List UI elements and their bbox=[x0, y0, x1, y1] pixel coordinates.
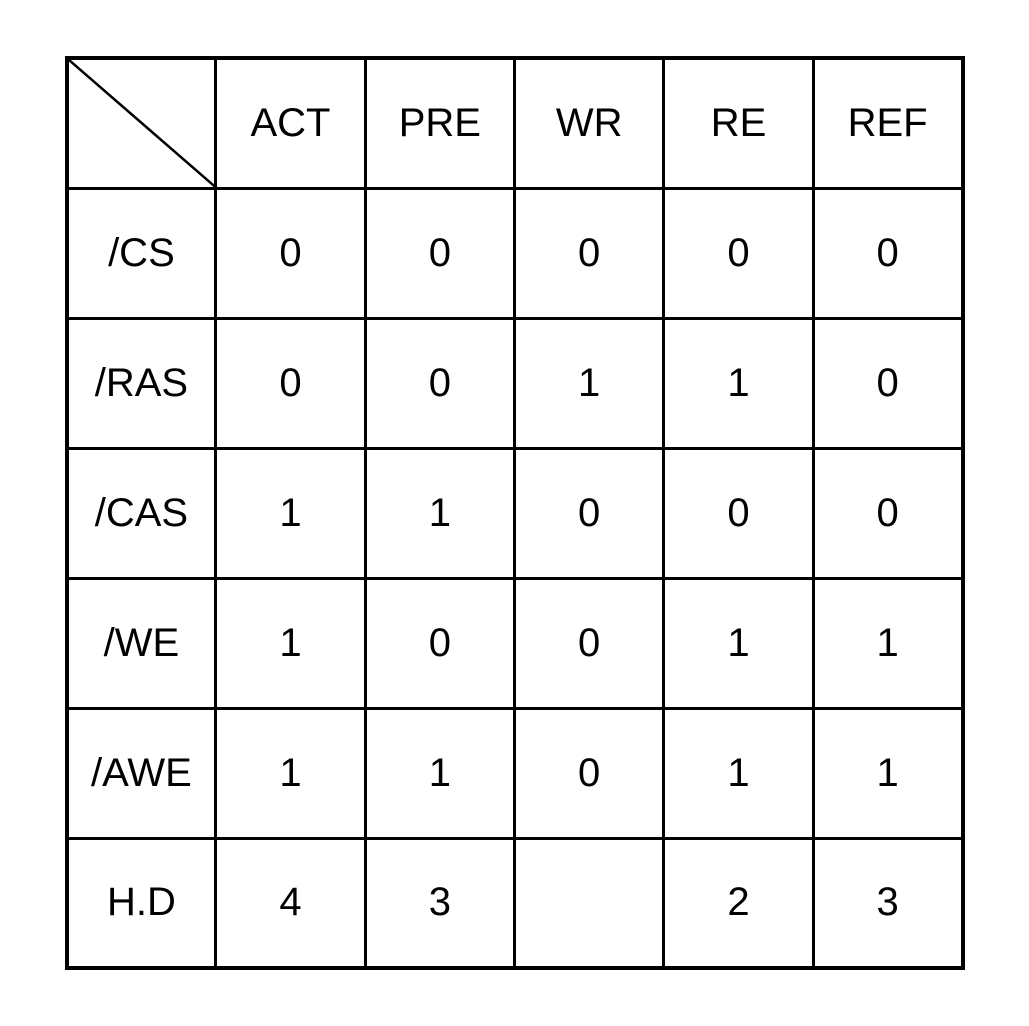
row-header: /CAS bbox=[67, 448, 216, 578]
table-row: /RAS 0 0 1 1 0 bbox=[67, 318, 963, 448]
row-header: /CS bbox=[67, 188, 216, 318]
table-row: /CAS 1 1 0 0 0 bbox=[67, 448, 963, 578]
col-header: RE bbox=[664, 58, 813, 188]
cell bbox=[514, 838, 663, 968]
signal-command-table: ACT PRE WR RE REF /CS 0 0 0 0 0 /RAS 0 0… bbox=[65, 56, 965, 970]
row-header: /AWE bbox=[67, 708, 216, 838]
table-row: /AWE 1 1 0 1 1 bbox=[67, 708, 963, 838]
cell: 0 bbox=[813, 448, 962, 578]
table-row: /WE 1 0 0 1 1 bbox=[67, 578, 963, 708]
cell: 1 bbox=[664, 578, 813, 708]
cell: 0 bbox=[514, 708, 663, 838]
cell: 2 bbox=[664, 838, 813, 968]
cell: 1 bbox=[216, 448, 365, 578]
cell: 0 bbox=[664, 188, 813, 318]
row-header: /RAS bbox=[67, 318, 216, 448]
col-header: ACT bbox=[216, 58, 365, 188]
cell: 1 bbox=[664, 708, 813, 838]
cell: 0 bbox=[514, 578, 663, 708]
cell: 0 bbox=[216, 188, 365, 318]
row-header: H.D bbox=[67, 838, 216, 968]
col-header: REF bbox=[813, 58, 962, 188]
table-row: /CS 0 0 0 0 0 bbox=[67, 188, 963, 318]
cell: 0 bbox=[365, 318, 514, 448]
cell: 1 bbox=[365, 448, 514, 578]
diagonal-slash-icon bbox=[69, 60, 215, 187]
cell: 0 bbox=[813, 318, 962, 448]
cell: 3 bbox=[365, 838, 514, 968]
table-header-row: ACT PRE WR RE REF bbox=[67, 58, 963, 188]
cell: 0 bbox=[664, 448, 813, 578]
cell: 4 bbox=[216, 838, 365, 968]
cell: 1 bbox=[216, 578, 365, 708]
cell: 1 bbox=[813, 708, 962, 838]
corner-cell bbox=[67, 58, 216, 188]
cell: 0 bbox=[365, 188, 514, 318]
cell: 0 bbox=[514, 448, 663, 578]
cell: 1 bbox=[813, 578, 962, 708]
cell: 3 bbox=[813, 838, 962, 968]
cell: 0 bbox=[365, 578, 514, 708]
cell: 1 bbox=[664, 318, 813, 448]
cell: 1 bbox=[365, 708, 514, 838]
col-header: PRE bbox=[365, 58, 514, 188]
cell: 0 bbox=[514, 188, 663, 318]
row-header: /WE bbox=[67, 578, 216, 708]
cell: 0 bbox=[813, 188, 962, 318]
cell: 1 bbox=[514, 318, 663, 448]
cell: 0 bbox=[216, 318, 365, 448]
table-row: H.D 4 3 2 3 bbox=[67, 838, 963, 968]
cell: 1 bbox=[216, 708, 365, 838]
col-header: WR bbox=[514, 58, 663, 188]
table: ACT PRE WR RE REF /CS 0 0 0 0 0 /RAS 0 0… bbox=[65, 56, 965, 970]
